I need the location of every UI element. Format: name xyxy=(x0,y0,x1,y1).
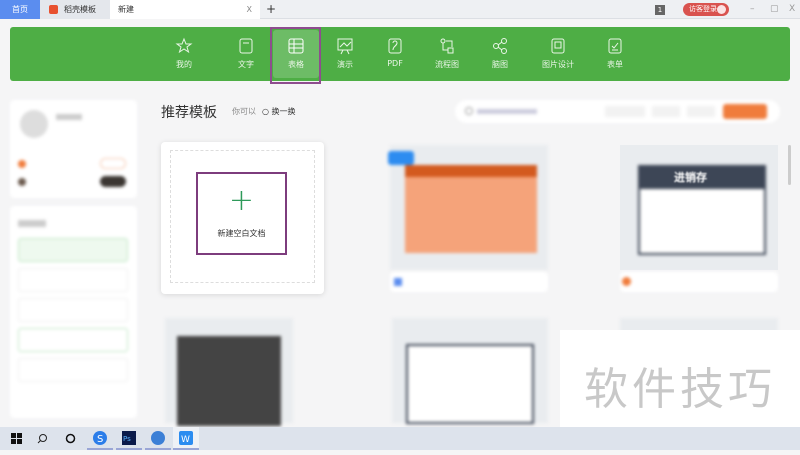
new-blank-label: 新建空白文档 xyxy=(217,229,266,238)
selected-highlight-box xyxy=(270,27,321,84)
sogou-download-icon[interactable] xyxy=(145,427,171,450)
swap-button[interactable]: ○ 换一换 xyxy=(262,106,296,117)
nav-label: 图片设计 xyxy=(542,60,574,69)
minimize-button[interactable]: – xyxy=(750,0,755,18)
search-bar xyxy=(455,100,780,123)
scrollbar[interactable] xyxy=(788,145,791,185)
template-tag xyxy=(388,151,414,165)
document-icon xyxy=(239,38,253,54)
new-blank-document-button[interactable]: + 新建空白文档 xyxy=(196,172,287,255)
nav-label: 脑图 xyxy=(492,60,508,69)
zone-title xyxy=(18,220,46,227)
template-preview xyxy=(405,165,537,253)
template-card-thumbnail[interactable] xyxy=(392,318,548,424)
flowchart-icon xyxy=(440,38,454,54)
star-icon xyxy=(175,37,193,54)
subtitle: 你可以 xyxy=(232,107,256,116)
nav-label: 我的 xyxy=(176,60,192,69)
nav-form[interactable]: 表单 xyxy=(592,27,638,81)
zone-item[interactable] xyxy=(18,268,128,292)
nav-image-design[interactable]: 图片设计 xyxy=(535,27,581,81)
mindmap-icon xyxy=(493,38,507,54)
nav-label: 流程图 xyxy=(435,60,459,69)
vip-button[interactable] xyxy=(100,176,126,187)
nav-flowchart[interactable]: 流程图 xyxy=(424,27,470,81)
image-design-icon xyxy=(551,38,565,54)
avatar xyxy=(20,110,48,138)
zone-item-active[interactable] xyxy=(18,238,128,262)
swap-label: 换一换 xyxy=(271,107,296,116)
avatar-icon xyxy=(717,5,726,14)
username-placeholder xyxy=(56,114,82,120)
template-card-thumbnail[interactable]: 进销存 xyxy=(620,145,778,270)
zone-item[interactable] xyxy=(18,358,128,382)
close-window-button[interactable]: X xyxy=(789,0,795,18)
nav-label: PDF xyxy=(387,59,403,68)
svg-text:S: S xyxy=(97,434,103,445)
template-card-footer[interactable] xyxy=(620,272,778,292)
window-count-badge[interactable]: 1 xyxy=(655,5,665,15)
search-icon xyxy=(465,107,473,115)
template-card-thumbnail[interactable] xyxy=(165,318,293,426)
search-input[interactable] xyxy=(477,109,537,114)
login-label: 访客登录 xyxy=(689,5,717,13)
svg-text:Ps: Ps xyxy=(123,435,131,443)
windows-start-icon[interactable] xyxy=(3,427,29,450)
guest-login-button[interactable]: 访客登录 xyxy=(683,3,729,16)
nav-writer[interactable]: 文字 xyxy=(223,27,269,81)
category-zone xyxy=(10,206,137,418)
template-icon xyxy=(622,277,631,286)
search-icon[interactable] xyxy=(29,427,55,450)
search-tag[interactable] xyxy=(652,106,680,117)
template-card-footer[interactable] xyxy=(390,272,548,292)
template-preview-title: 进销存 xyxy=(674,171,707,184)
presentation-icon xyxy=(337,38,353,55)
tab-home[interactable]: 首页 xyxy=(0,0,40,19)
sogou-browser-icon[interactable]: S xyxy=(87,427,113,450)
taskbar: S Ps W xyxy=(0,427,800,450)
pdf-icon xyxy=(388,38,402,54)
search-tag[interactable] xyxy=(605,106,645,117)
search-tag[interactable] xyxy=(687,106,715,117)
svg-text:W: W xyxy=(181,435,190,445)
nav-mindmap[interactable]: 脑图 xyxy=(477,27,523,81)
template-card-thumbnail[interactable] xyxy=(388,145,548,270)
tab-label: 新建 xyxy=(118,5,134,14)
nav-pdf[interactable]: PDF xyxy=(372,27,418,81)
member-button[interactable] xyxy=(100,158,126,169)
tab-label: 稻壳模板 xyxy=(64,5,96,14)
nav-label: 文字 xyxy=(238,60,254,69)
wps-office-icon[interactable]: W xyxy=(173,427,199,450)
new-tab-button[interactable]: + xyxy=(266,0,276,19)
restore-button[interactable]: ▢ xyxy=(770,0,779,18)
nav-presentation[interactable]: 演示 xyxy=(322,27,368,81)
photoshop-icon[interactable]: Ps xyxy=(116,427,142,450)
doc-type-banner: 我的 文字 表格 演示 PDF 流程图 脑图 图片设计 表单 xyxy=(10,27,790,81)
vip-icon xyxy=(18,178,26,186)
close-tab-icon[interactable]: X xyxy=(247,0,252,19)
task-view-icon[interactable] xyxy=(57,427,83,450)
nav-label: 表单 xyxy=(607,60,623,69)
nav-label: 演示 xyxy=(337,60,353,69)
zone-item[interactable] xyxy=(18,328,128,352)
plus-icon: + xyxy=(228,183,255,218)
spreadsheet-icon xyxy=(394,278,402,286)
daoke-logo-icon xyxy=(49,5,58,14)
page-title: 推荐模板 xyxy=(161,105,217,121)
member-icon xyxy=(18,160,26,168)
zone-item[interactable] xyxy=(18,298,128,322)
form-icon xyxy=(608,38,622,54)
tab-bar: 首页 稻壳模板 新建 X + 1 访客登录 – ▢ X xyxy=(0,0,800,19)
tab-daoke-templates[interactable]: 稻壳模板 xyxy=(40,0,110,19)
tab-new[interactable]: 新建 X xyxy=(110,0,260,19)
nav-mine[interactable]: 我的 xyxy=(161,27,207,81)
user-card xyxy=(10,100,137,198)
orange-action-button[interactable] xyxy=(723,104,767,119)
